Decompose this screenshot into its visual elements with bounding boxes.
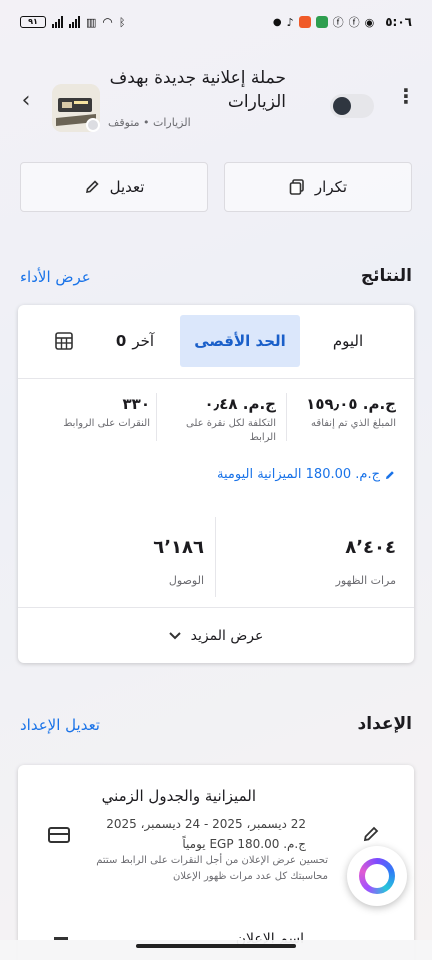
clicks-label: النقرات على الروابط (63, 418, 150, 429)
app-green-icon (315, 16, 328, 28)
clicks-value: ٣٣٠ (122, 395, 150, 413)
reach-label: الوصول (168, 574, 204, 587)
paused-status-dot (86, 118, 100, 132)
campaign-toggle[interactable] (330, 94, 374, 118)
setup-title: الإعداد (357, 714, 412, 734)
edit-label: تعديل (109, 178, 145, 196)
date-range-selector: اليوم الحد الأقصى آخر 0 (18, 305, 414, 379)
campaign-title: حملة إعلانية جديدة بهدف الزيارات (109, 68, 286, 112)
impressions-label: مرات الظهور (335, 574, 396, 587)
facebook-icon: ⓕ (332, 16, 344, 29)
duplicate-button[interactable]: تكرار (224, 162, 412, 212)
metric-cost-per-click[interactable]: ج.م. ٠٫٤٨ التكلفة لكل نقرة على الرابط (158, 395, 276, 445)
more-options-button[interactable]: ⋮ (396, 86, 416, 106)
results-card: اليوم الحد الأقصى آخر 0 ج.م. ١٥٩٫٠٥ المب… (18, 305, 414, 663)
optimization-note: تحسين عرض الإعلان من أجل النقرات على الر… (96, 855, 328, 882)
status-right: ● ♪ ⓕ ⓕ ◉ ٥:٠٦ (273, 14, 412, 30)
meta-ai-icon-center (365, 864, 389, 888)
range-tab-maximum[interactable]: الحد الأقصى (180, 315, 300, 367)
status-bar: ٩١ ▥ ◠ ᛒ ● ♪ ⓕ ⓕ ◉ ٥:٠٦ (0, 0, 432, 44)
daily-budget-amount: ج.م. EGP 180.00 يومياً (182, 837, 306, 851)
range-tab-last[interactable]: آخر 0 (100, 315, 170, 367)
chrome-icon: ◉ (364, 15, 375, 29)
meta-ai-button[interactable] (347, 846, 407, 906)
budget-schedule-title: الميزانية والجدول الزمني (101, 787, 256, 805)
amount-spent-value: ج.م. ١٥٩٫٠٥ (306, 395, 396, 413)
edit-budget-icon[interactable] (362, 825, 380, 843)
dot-icon: ● (272, 16, 282, 28)
wifi-icon: ◠ (102, 15, 113, 29)
status-left: ٩١ ▥ ◠ ᛒ (20, 15, 126, 29)
battery-icon: ٩١ (20, 16, 46, 28)
reach-value: ٦٬١٨٦ (153, 537, 204, 558)
signal-icon-2 (69, 16, 80, 28)
chevron-down-icon (168, 631, 181, 639)
clock: ٥:٠٦ (385, 15, 412, 29)
schedule-dates: 22 ديسمبر، 2025 - 24 ديسمبر، 2025 (106, 817, 306, 831)
bluetooth-icon: ᛒ (118, 15, 126, 29)
pencil-icon (386, 470, 394, 479)
signal-icon (52, 16, 63, 28)
home-indicator[interactable] (136, 944, 296, 948)
cpc-label: التكلفة لكل نقرة على الرابط (186, 418, 276, 443)
results-title: النتائج (360, 266, 412, 286)
amount-spent-label: المبلغ الذي تم إنفاقه (311, 418, 396, 429)
duplicate-label: تكرار (314, 178, 348, 196)
daily-budget-link[interactable]: ج.م. 180.00 الميزانية اليومية (217, 467, 396, 482)
network-icon: ▥ (86, 15, 97, 29)
metric-divider (215, 517, 216, 597)
metric-link-clicks[interactable]: ٣٣٠ النقرات على الروابط (30, 395, 150, 431)
credit-card-icon (48, 827, 70, 843)
campaign-subtitle: الزيارات • متوقف (108, 116, 191, 129)
meta-ai-icon (359, 858, 395, 894)
metric-impressions[interactable]: ٨٬٤٠٤ مرات الظهور (232, 537, 396, 587)
range-last-value: 0 (115, 332, 127, 350)
edit-setup-link[interactable]: تعديل الإعداد (20, 716, 100, 734)
calendar-icon[interactable] (54, 331, 74, 351)
app-orange-icon (298, 16, 311, 28)
copy-icon (289, 179, 304, 195)
pencil-icon (85, 180, 99, 193)
show-more-button[interactable]: عرض المزيد (18, 607, 414, 663)
back-button[interactable]: ‹ (14, 88, 38, 113)
metric-divider (156, 393, 157, 441)
range-tab-today[interactable]: اليوم (308, 315, 388, 367)
impressions-value: ٨٬٤٠٤ (345, 537, 396, 558)
campaign-header: ‹ حملة إعلانية جديدة بهدف الزيارات الزيا… (0, 60, 432, 150)
edit-button[interactable]: تعديل (20, 162, 208, 212)
tiktok-icon: ♪ (286, 15, 294, 29)
toggle-knob (333, 97, 351, 115)
cpc-value: ج.م. ٠٫٤٨ (204, 395, 276, 413)
range-last-prefix: آخر (132, 332, 155, 350)
chevron-left-icon: ‹ (21, 88, 31, 113)
view-performance-link[interactable]: عرض الأداء (20, 268, 91, 286)
bottom-fade (0, 940, 432, 960)
daily-budget-text: ج.م. 180.00 الميزانية اليومية (217, 467, 380, 482)
facebook-icon: ⓕ (348, 16, 360, 29)
metric-amount-spent[interactable]: ج.م. ١٥٩٫٠٥ المبلغ الذي تم إنفاقه (286, 395, 396, 431)
show-more-label: عرض المزيد (190, 627, 264, 644)
metric-reach[interactable]: ٦٬١٨٦ الوصول (38, 537, 204, 587)
metric-divider (286, 393, 287, 441)
more-vertical-icon: ⋮ (396, 84, 416, 108)
